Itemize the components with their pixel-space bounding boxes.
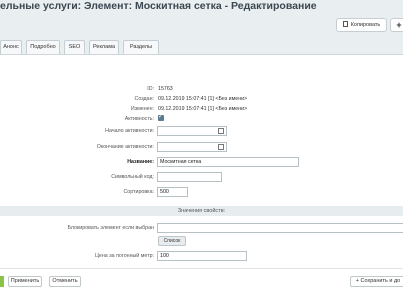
code-label: Символьный код: bbox=[111, 174, 154, 180]
changed-value: 09.12.2019 15:07:41 bbox=[158, 106, 207, 112]
copy-button[interactable]: Копировать bbox=[336, 18, 387, 32]
created-value: 09.12.2019 15:07:41 bbox=[158, 96, 207, 102]
tab-details[interactable]: Подробно bbox=[26, 40, 60, 54]
end-label: Окончание активности: bbox=[96, 144, 154, 150]
code-input[interactable] bbox=[157, 172, 222, 182]
cancel-button[interactable]: Отменить bbox=[49, 276, 81, 287]
price-label: Цена за погонный метр: bbox=[95, 253, 154, 259]
save-button[interactable] bbox=[0, 276, 4, 287]
sort-input[interactable]: 500 bbox=[157, 187, 188, 197]
calendar-icon[interactable] bbox=[218, 128, 224, 134]
add-button[interactable]: + bbox=[390, 18, 403, 32]
end-date-input[interactable] bbox=[157, 142, 227, 152]
changed-user[interactable]: [1] <Без имени> bbox=[208, 106, 247, 112]
active-checkbox[interactable] bbox=[158, 113, 164, 121]
tab-seo[interactable]: SEO bbox=[64, 40, 85, 54]
save-and-add-button[interactable]: + Сохранить и до bbox=[350, 276, 403, 287]
start-date-input[interactable] bbox=[157, 126, 227, 136]
copy-button-label: Копировать bbox=[350, 22, 381, 28]
copy-icon bbox=[342, 21, 348, 27]
start-label: Начало активности: bbox=[105, 128, 154, 134]
changed-label: Изменен: bbox=[130, 106, 154, 112]
name-label: Название: bbox=[127, 159, 154, 165]
list-button[interactable]: Список bbox=[158, 236, 186, 246]
block-label: Блокировать элемент если выбран bbox=[67, 225, 154, 231]
created-user[interactable]: [1] <Без имени> bbox=[208, 96, 247, 102]
active-label: Активность: bbox=[124, 116, 154, 122]
block-select[interactable] bbox=[157, 223, 403, 233]
id-label: ID: bbox=[147, 86, 154, 92]
tab-announce[interactable]: Анонс bbox=[0, 40, 22, 54]
apply-button[interactable]: Применить bbox=[8, 276, 42, 287]
calendar-icon[interactable] bbox=[218, 144, 224, 150]
sort-label: Сортировка: bbox=[123, 189, 154, 195]
star-icon[interactable]: ☆ bbox=[259, 1, 267, 12]
page-title: ельные услуги: Элемент: Москитная сетка … bbox=[0, 0, 317, 12]
tab-ads[interactable]: Реклама bbox=[89, 40, 119, 54]
price-input[interactable]: 100 bbox=[157, 251, 247, 261]
tab-sections[interactable]: Разделы bbox=[123, 40, 159, 54]
created-label: Создан: bbox=[134, 96, 154, 102]
id-value: 15763 bbox=[158, 86, 173, 92]
name-input[interactable]: Москитная сетка bbox=[157, 157, 299, 167]
properties-header: Значения свойств: bbox=[0, 206, 403, 216]
